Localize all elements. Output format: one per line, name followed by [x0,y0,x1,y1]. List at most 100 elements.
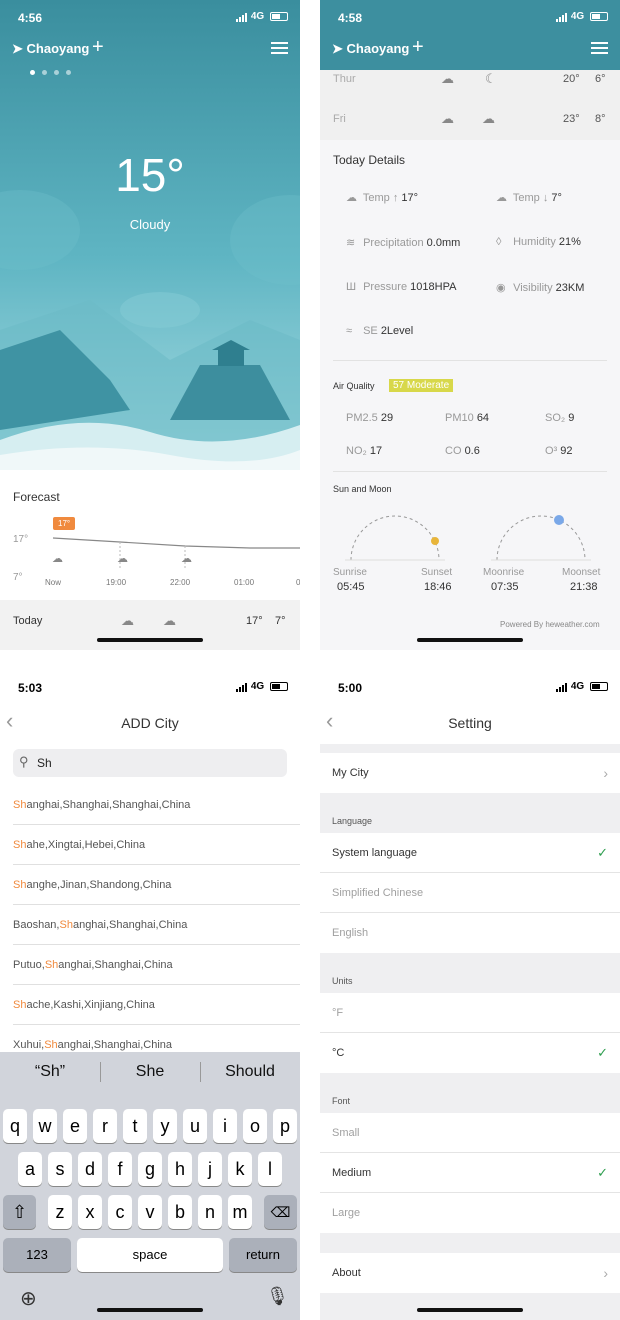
key-k[interactable]: k [228,1152,252,1186]
fri-low: 8° [595,113,606,125]
city-selector[interactable]: ➤ Chaoyang [12,41,89,57]
key-a[interactable]: a [18,1152,42,1186]
weather-home-screen: 4:56 4G ➤ Chaoyang + 15° Cloudy Forecast… [0,0,300,650]
time-0100: 01:00 [234,578,255,587]
unit-c-label: °C [332,1047,345,1059]
return-key[interactable]: return [229,1238,297,1272]
space-key[interactable]: space [77,1238,223,1272]
lang-chinese-row[interactable]: Simplified Chinese [320,873,620,913]
add-city-screen: 5:03 4G ‹ ADD City ⚲ Sh Shanghai,Shangha… [0,670,300,1320]
backspace-key[interactable]: ⌫ [264,1195,297,1229]
key-f[interactable]: f [108,1152,132,1186]
result-row[interactable]: Shahe,Xingtai,Hebei,China [13,825,300,865]
today-row[interactable]: Today ☁ ☁ 17° 7° [0,600,300,650]
fri-high: 23° [563,113,580,125]
my-city-row[interactable]: My City › [320,753,620,793]
high-temp-tag: 17° [53,517,76,530]
key-z[interactable]: z [48,1195,72,1229]
result-prefix: Xuhui, [13,1039,45,1051]
status-network: 4G [556,11,608,22]
status-time: 5:00 [338,681,363,695]
status-network: 4G [236,681,288,692]
key-j[interactable]: j [198,1152,222,1186]
partly-cloudy-icon: ☁ [482,111,495,126]
co-value: 0.6 [464,445,480,457]
key-q[interactable]: q [3,1109,27,1143]
result-row[interactable]: Shache,Kashi,Xinjiang,China [13,985,300,1025]
key-v[interactable]: v [138,1195,162,1229]
key-e[interactable]: e [63,1109,87,1143]
globe-icon[interactable]: ⊕ [20,1286,37,1311]
microphone-icon[interactable]: 🎙 [266,1286,289,1307]
lang-system-row[interactable]: System language ✓ [320,833,620,873]
key-d[interactable]: d [78,1152,102,1186]
key-p[interactable]: p [273,1109,297,1143]
result-row[interactable]: Shanghe,Jinan,Shandong,China [13,865,300,905]
unit-c-row[interactable]: °C ✓ [320,1033,620,1073]
key-h[interactable]: h [168,1152,192,1186]
so2-value: 9 [568,412,575,424]
menu-icon[interactable] [591,42,608,55]
menu-icon[interactable] [271,42,288,55]
key-s[interactable]: s [48,1152,72,1186]
result-row[interactable]: Putuo,Shanghai,Shanghai,China [13,945,300,985]
cloud-icon: ☁ [496,192,507,204]
key-u[interactable]: u [183,1109,207,1143]
co-label: CO [445,445,462,457]
result-row[interactable]: Shanghai,Shanghai,Shanghai,China [13,785,300,825]
result-row[interactable]: Baoshan,Shanghai,Shanghai,China [13,905,300,945]
divider [333,471,607,472]
wind-icon: ≈ [346,325,353,337]
key-m[interactable]: m [228,1195,252,1229]
key-x[interactable]: x [78,1195,102,1229]
battery-icon [590,682,608,691]
suggestion-3[interactable]: Should [200,1052,300,1092]
today-details-title: Today Details [333,153,406,167]
key-g[interactable]: g [138,1152,162,1186]
humidity-label: Humidity [513,236,556,248]
add-city-button[interactable]: + [412,36,424,59]
lang-english-label: English [332,927,369,939]
air-quality-label: Air Quality [333,381,375,391]
status-time: 4:58 [338,11,363,25]
pressure-item: Ш Pressure 1018HPA [346,281,456,293]
key-y[interactable]: y [153,1109,177,1143]
unit-f-row[interactable]: °F [320,993,620,1033]
pm10-label: PM10 [445,412,474,424]
moonset-time: 21:38 [570,581,598,593]
rain-icon: ≋ [346,237,356,249]
font-large-row[interactable]: Large [320,1193,620,1233]
key-b[interactable]: b [168,1195,192,1229]
search-input[interactable]: ⚲ Sh [13,749,287,777]
key-c[interactable]: c [108,1195,132,1229]
status-network: 4G [236,11,288,22]
page-title: ADD City [121,715,179,731]
key-w[interactable]: w [33,1109,57,1143]
suggestion-1[interactable]: “Sh” [0,1052,100,1092]
key-t[interactable]: t [123,1109,147,1143]
city-selector[interactable]: ➤ Chaoyang [332,41,409,57]
add-city-button[interactable]: + [92,36,104,59]
font-medium-row[interactable]: Medium ✓ [320,1153,620,1193]
sun-moon-arcs [345,515,591,561]
moon-icon: ☾ [485,71,497,86]
result-highlight: Sh [59,919,73,931]
key-l[interactable]: l [258,1152,282,1186]
powered-by-link[interactable]: Powered By heweather.com [500,620,600,629]
no2-item: NO₂ 17 [346,445,382,457]
wind-direction: SE [363,325,378,337]
font-small-row[interactable]: Small [320,1113,620,1153]
key-i[interactable]: i [213,1109,237,1143]
lang-english-row[interactable]: English [320,913,620,953]
about-row[interactable]: About › [320,1253,620,1293]
key-r[interactable]: r [93,1109,117,1143]
precipitation-item: ≋ Precipitation 0.0mm [346,236,460,249]
key-n[interactable]: n [198,1195,222,1229]
numbers-key[interactable]: 123 [3,1238,71,1272]
o3-item: O³ 92 [545,445,573,457]
font-medium-label: Medium [332,1167,372,1179]
suggestion-2[interactable]: She [100,1052,200,1092]
key-o[interactable]: o [243,1109,267,1143]
shift-key[interactable]: ⇧ [3,1195,36,1229]
partly-cloudy-icon: ☁ [52,553,63,565]
